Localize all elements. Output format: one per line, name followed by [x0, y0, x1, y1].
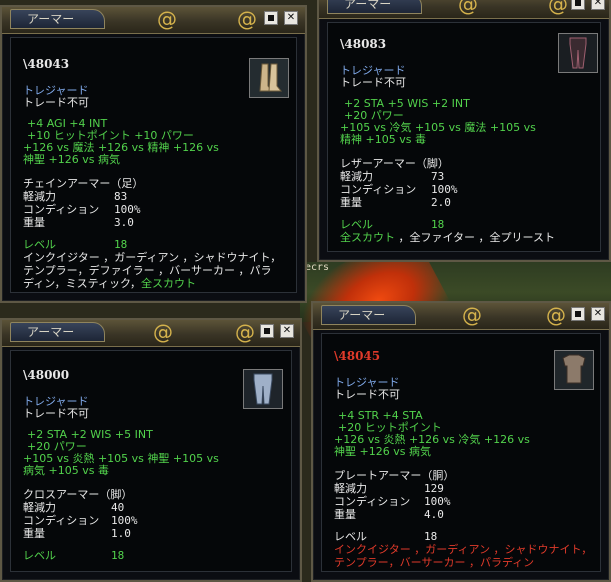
weight-label: 重量 [340, 196, 362, 209]
level-value: 18 [424, 530, 438, 543]
item-window-48083[interactable]: アーマー @ @ ✕ \48083 トレジャード トレード不可 +2 STA +… [317, 0, 611, 262]
item-id: \48043 [23, 57, 70, 71]
weight-label: 重量 [23, 216, 45, 229]
minimize-button[interactable] [571, 0, 585, 10]
close-button[interactable]: ✕ [591, 0, 605, 10]
condition-value: 100% [114, 203, 141, 216]
level-label: レベル [334, 530, 367, 543]
item-details-panel: \48083 トレジャード トレード不可 +2 STA +5 WIS +2 IN… [327, 22, 601, 252]
window-title: アーマー [327, 0, 423, 14]
level-value: 18 [431, 218, 445, 231]
item-window-48043[interactable]: アーマー @ @ ✕ \48043 トレジャード トレード不可 +4 AGI +… [0, 5, 307, 303]
window-title: アーマー [321, 305, 417, 325]
weight-value: 2.0 [431, 196, 451, 209]
item-details-panel: \48043 トレジャード トレード不可 +4 AGI +4 INT +10 ヒ… [10, 37, 297, 293]
stat-line: 神聖 +126 vs 病気 [334, 445, 431, 458]
scroll-ornament-icon: @ [153, 320, 173, 344]
condition-label: コンディション [23, 514, 100, 527]
armor-type: チェインアーマー（足） [23, 177, 144, 190]
weight-value: 3.0 [114, 216, 134, 229]
trade-status: トレード不可 [340, 76, 406, 89]
class-list: インクイジター ，ガーディアン ，シャドウナイト， [334, 543, 593, 556]
class-list-part: ，全ファイター ，全プリースト [395, 231, 556, 244]
window-titlebar[interactable]: アーマー @ @ ✕ [2, 320, 300, 347]
stat-line: 神聖 +126 vs 病気 [23, 153, 120, 166]
window-title: アーマー [10, 322, 106, 342]
condition-value: 100% [111, 514, 138, 527]
class-list: ディン，ミスティック，全スカウト [23, 277, 196, 290]
condition-value: 100% [424, 495, 451, 508]
leather-leggings-icon [558, 33, 598, 73]
item-details-panel: \48000 トレジャード トレード不可 +2 STA +2 WIS +5 IN… [10, 350, 292, 572]
class-list: 全スカウト ，全ファイター ，全プリースト [340, 231, 555, 244]
minimize-button[interactable] [260, 324, 274, 338]
mitigation-label: 軽減力 [334, 482, 367, 495]
chain-boots-icon [249, 58, 289, 98]
weight-value: 4.0 [424, 508, 444, 521]
weight-label: 重量 [334, 508, 356, 521]
plate-chest-icon [554, 350, 594, 390]
scroll-ornament-icon: @ [157, 7, 177, 31]
item-id: \48083 [340, 37, 387, 51]
class-list: テンプラー，バーサーカー ，パラディン [334, 556, 535, 569]
weight-value: 1.0 [111, 527, 131, 540]
weight-label: 重量 [23, 527, 45, 540]
scroll-ornament-icon: @ [548, 0, 568, 16]
window-titlebar[interactable]: アーマー @ @ ✕ [319, 0, 609, 19]
minimize-button[interactable] [571, 307, 585, 321]
class-list: テンプラー，デファイラー ，バーサーカー ，パラ [23, 264, 272, 277]
scroll-ornament-icon: @ [546, 303, 566, 327]
cloth-pants-icon [243, 369, 283, 409]
level-value: 18 [111, 549, 125, 562]
stat-line: 精神 +105 vs 毒 [340, 133, 426, 146]
scroll-ornament-icon: @ [462, 303, 482, 327]
condition-label: コンディション [23, 203, 100, 216]
level-value: 18 [114, 238, 128, 251]
close-button[interactable]: ✕ [591, 307, 605, 321]
condition-value: 100% [431, 183, 458, 196]
mitigation-value: 73 [431, 170, 445, 183]
window-titlebar[interactable]: アーマー @ @ ✕ [2, 7, 305, 34]
level-label: レベル [23, 549, 56, 562]
mitigation-value: 129 [424, 482, 444, 495]
minimize-button[interactable] [264, 11, 278, 25]
window-title: アーマー [10, 9, 106, 29]
stat-line: 病気 +105 vs 毒 [23, 464, 109, 477]
armor-type: プレートアーマー（胴） [334, 469, 455, 482]
class-list: インクイジター ，ガーディアン ，シャドウナイト， [23, 251, 282, 264]
trade-status: トレード不可 [23, 407, 89, 420]
trade-status: トレード不可 [334, 388, 400, 401]
level-label: レベル [340, 218, 373, 231]
scroll-ornament-icon: @ [458, 0, 478, 16]
class-list-part: ディン，ミスティック， [23, 277, 142, 290]
background-text: ecrs [305, 262, 330, 273]
trade-status: トレード不可 [23, 96, 89, 109]
item-details-panel: \48045 トレジャード トレード不可 +4 STR +4 STA +20 ヒ… [321, 333, 601, 572]
armor-type: クロスアーマー（脚） [23, 488, 133, 501]
condition-label: コンディション [340, 183, 417, 196]
mitigation-label: 軽減力 [340, 170, 373, 183]
mitigation-label: 軽減力 [23, 501, 56, 514]
condition-label: コンディション [334, 495, 411, 508]
close-button[interactable]: ✕ [280, 324, 294, 338]
class-list-highlight: 全スカウト [340, 231, 395, 244]
scroll-ornament-icon: @ [237, 7, 257, 31]
armor-type: レザーアーマー（脚） [340, 157, 449, 170]
class-list-highlight: 全スカウト [141, 277, 197, 290]
close-button[interactable]: ✕ [284, 11, 298, 25]
item-id: \48000 [23, 368, 70, 382]
window-titlebar[interactable]: アーマー @ @ ✕ [313, 303, 609, 330]
scroll-ornament-icon: @ [235, 320, 255, 344]
item-id: \48045 [334, 349, 381, 363]
mitigation-value: 40 [111, 501, 125, 514]
mitigation-value: 83 [114, 190, 128, 203]
item-window-48000[interactable]: アーマー @ @ ✕ \48000 トレジャード トレード不可 +2 STA +… [0, 318, 302, 582]
mitigation-label: 軽減力 [23, 190, 56, 203]
item-window-48045[interactable]: アーマー @ @ ✕ \48045 トレジャード トレード不可 +4 STR +… [311, 301, 611, 582]
level-label: レベル [23, 238, 56, 251]
